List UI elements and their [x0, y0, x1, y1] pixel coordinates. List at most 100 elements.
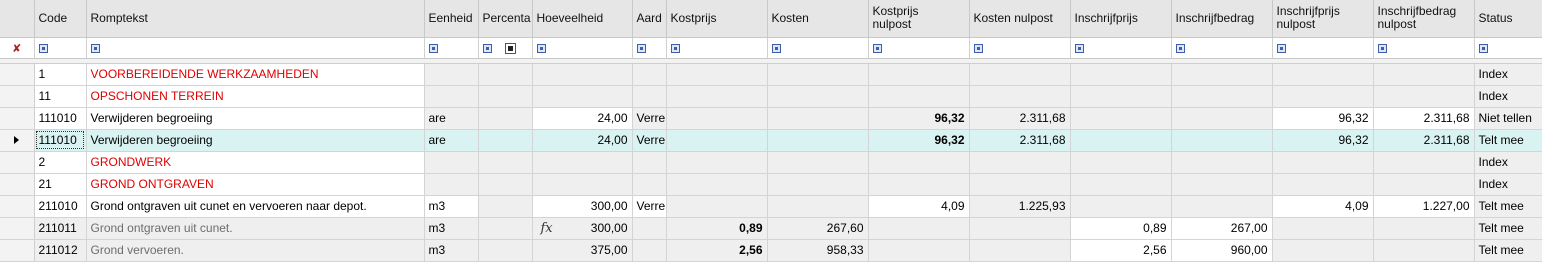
filter-icon[interactable]	[482, 43, 492, 53]
row-selector[interactable]	[0, 85, 35, 108]
cell-kostprijs-nulpost[interactable]	[868, 173, 970, 196]
cell-percentage[interactable]	[478, 151, 533, 174]
cell-romptekst[interactable]: OPSCHONEN TERREIN	[86, 85, 425, 108]
cell-percentage[interactable]	[478, 85, 533, 108]
cell-code[interactable]: 111010	[34, 107, 87, 130]
cell-aard[interactable]	[632, 151, 667, 174]
cell-inschrijfbedrag[interactable]: 960,00	[1171, 239, 1273, 262]
cell-kosten-nulpost[interactable]	[969, 239, 1071, 262]
cell-kostprijs-nulpost[interactable]	[868, 85, 970, 108]
cell-kosten-nulpost[interactable]: 2.311,68	[969, 129, 1071, 152]
cell-inschrijfprijs[interactable]	[1070, 63, 1172, 86]
cell-inschrijfbedrag[interactable]	[1171, 151, 1273, 174]
cell-kostprijs[interactable]	[666, 85, 768, 108]
col-header-percentage[interactable]: Percenta	[478, 0, 533, 38]
filter-icon[interactable]	[636, 43, 646, 53]
filter-aard[interactable]	[632, 37, 667, 59]
col-header-inschrijfbedrag[interactable]: Inschrijfbedrag	[1171, 0, 1273, 38]
table-row[interactable]: 211011 Grond ontgraven uit cunet. m3 fx 3…	[0, 217, 1542, 240]
filter-icon[interactable]	[38, 43, 48, 53]
cell-eenheid[interactable]	[424, 173, 479, 196]
col-header-inschrijfprijs[interactable]: Inschrijfprijs	[1070, 0, 1172, 38]
cell-kostprijs[interactable]: 2,56	[666, 239, 768, 262]
cell-status[interactable]: Telt mee	[1474, 129, 1542, 152]
cell-inschrijfprijs-nulpost[interactable]	[1272, 63, 1374, 86]
cell-eenheid[interactable]: m3	[424, 239, 479, 262]
cell-percentage[interactable]	[478, 217, 533, 240]
row-selector[interactable]	[0, 173, 35, 196]
filter-inschrijfprijs[interactable]	[1070, 37, 1172, 59]
cell-eenheid[interactable]	[424, 63, 479, 86]
cell-eenheid[interactable]	[424, 85, 479, 108]
cell-aard[interactable]: Verre	[632, 195, 667, 218]
cell-romptekst[interactable]: Grond ontgraven uit cunet.	[86, 217, 425, 240]
cell-inschrijfbedrag-nulpost[interactable]	[1373, 151, 1475, 174]
cell-inschrijfbedrag[interactable]: 267,00	[1171, 217, 1273, 240]
cell-eenheid[interactable]: m3	[424, 217, 479, 240]
cell-inschrijfbedrag-nulpost[interactable]	[1373, 217, 1475, 240]
row-selector[interactable]	[0, 107, 35, 130]
col-header-kostprijs-nulpost[interactable]: Kostprijs nulpost	[868, 0, 970, 38]
cell-kosten-nulpost[interactable]	[969, 173, 1071, 196]
cell-kostprijs-nulpost[interactable]: 96,32	[868, 129, 970, 152]
filter-icon[interactable]	[428, 43, 438, 53]
table-row[interactable]: 11 OPSCHONEN TERREIN Index	[0, 85, 1542, 108]
cell-status[interactable]: Index	[1474, 151, 1542, 174]
filter-icon[interactable]	[670, 43, 680, 53]
cell-kostprijs[interactable]	[666, 173, 768, 196]
cell-status[interactable]: Index	[1474, 63, 1542, 86]
cell-inschrijfbedrag[interactable]	[1171, 107, 1273, 130]
cell-kosten[interactable]	[767, 85, 869, 108]
cell-inschrijfprijs-nulpost[interactable]: 96,32	[1272, 107, 1374, 130]
cell-aard[interactable]	[632, 173, 667, 196]
cell-hoeveelheid[interactable]	[532, 85, 633, 108]
row-selector[interactable]	[0, 239, 35, 262]
cell-inschrijfbedrag-nulpost[interactable]: 2.311,68	[1373, 129, 1475, 152]
cell-hoeveelheid[interactable]: 24,00	[532, 129, 633, 152]
filter-kosten[interactable]	[767, 37, 869, 59]
cell-kostprijs-nulpost[interactable]	[868, 63, 970, 86]
cell-status[interactable]: Niet tellen	[1474, 107, 1542, 130]
cell-romptekst[interactable]: Grond vervoeren.	[86, 239, 425, 262]
cell-inschrijfprijs[interactable]	[1070, 85, 1172, 108]
cell-kosten[interactable]	[767, 151, 869, 174]
cell-inschrijfprijs-nulpost[interactable]: 96,32	[1272, 129, 1374, 152]
cell-inschrijfprijs[interactable]	[1070, 151, 1172, 174]
cell-hoeveelheid[interactable]	[532, 173, 633, 196]
cell-percentage[interactable]	[478, 195, 533, 218]
col-header-hoeveelheid[interactable]: Hoeveelheid	[532, 0, 633, 38]
filter-icon[interactable]	[1478, 43, 1488, 53]
cell-code[interactable]: 1	[34, 63, 87, 86]
cell-code[interactable]: 2	[34, 151, 87, 174]
cell-code[interactable]: 21	[34, 173, 87, 196]
cell-code[interactable]: 211011	[34, 217, 87, 240]
filter-icon[interactable]	[1175, 43, 1185, 53]
cell-inschrijfprijs-nulpost[interactable]	[1272, 85, 1374, 108]
cell-percentage[interactable]	[478, 173, 533, 196]
table-row[interactable]: 111010 Verwijderen begroeiing are 24,00 …	[0, 107, 1542, 130]
cell-code[interactable]: 211010	[34, 195, 87, 218]
cell-inschrijfbedrag-nulpost[interactable]: 2.311,68	[1373, 107, 1475, 130]
row-selector[interactable]	[0, 195, 35, 218]
cell-kosten-nulpost[interactable]	[969, 151, 1071, 174]
cell-eenheid[interactable]: are	[424, 107, 479, 130]
filter-percentage[interactable]	[478, 37, 533, 59]
cell-kostprijs[interactable]: 0,89	[666, 217, 768, 240]
cell-inschrijfbedrag-nulpost[interactable]	[1373, 85, 1475, 108]
cell-inschrijfprijs[interactable]	[1070, 173, 1172, 196]
cell-inschrijfbedrag[interactable]	[1171, 195, 1273, 218]
cell-inschrijfprijs-nulpost[interactable]	[1272, 239, 1374, 262]
filter-kostprijs[interactable]	[666, 37, 768, 59]
cell-kosten[interactable]	[767, 129, 869, 152]
filter-romptekst[interactable]	[86, 37, 425, 59]
cell-kosten-nulpost[interactable]	[969, 217, 1071, 240]
cell-eenheid[interactable]: are	[424, 129, 479, 152]
cell-inschrijfprijs[interactable]	[1070, 195, 1172, 218]
cell-kostprijs-nulpost[interactable]	[868, 239, 970, 262]
cell-kosten[interactable]	[767, 195, 869, 218]
cell-romptekst[interactable]: Verwijderen begroeiing	[86, 129, 425, 152]
cell-kostprijs[interactable]	[666, 195, 768, 218]
cell-romptekst[interactable]: GRONDWERK	[86, 151, 425, 174]
cell-percentage[interactable]	[478, 129, 533, 152]
cell-code[interactable]: 211012	[34, 239, 87, 262]
